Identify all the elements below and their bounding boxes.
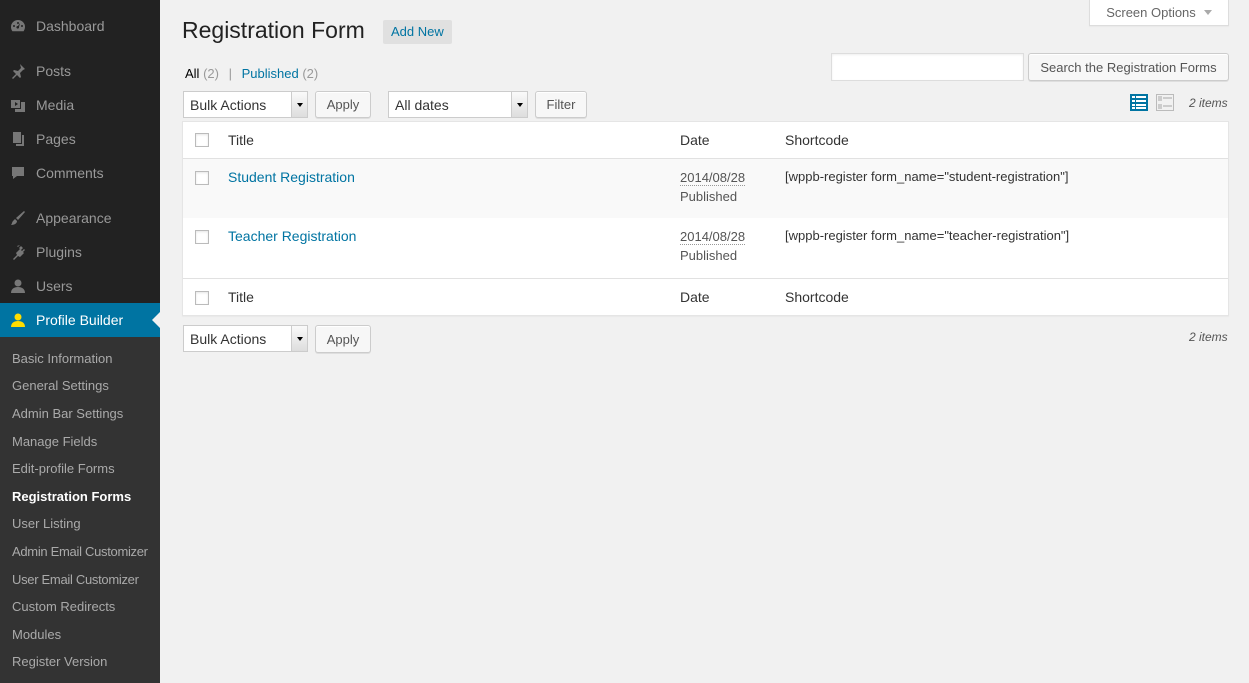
dashboard-icon [0, 18, 36, 34]
column-date-footer[interactable]: Date [680, 289, 710, 305]
sidebar-item-label: Users [36, 278, 73, 294]
screen-options-button[interactable]: Screen Options [1089, 0, 1229, 26]
sidebar-item-label: Media [36, 97, 75, 113]
column-date[interactable]: Date [680, 132, 710, 148]
submenu-general-settings[interactable]: General Settings [12, 378, 109, 393]
submenu-user-listing[interactable]: User Listing [12, 516, 81, 531]
chevron-down-icon [511, 92, 527, 117]
row-checkbox[interactable] [195, 230, 209, 244]
bulk-actions-select[interactable]: Bulk Actions [183, 91, 308, 118]
column-title-footer[interactable]: Title [228, 289, 254, 305]
filter-all[interactable]: All [185, 66, 199, 81]
excerpt-view-icon[interactable] [1156, 94, 1174, 111]
submenu-manage-fields[interactable]: Manage Fields [12, 434, 97, 449]
apply-button[interactable]: Apply [315, 91, 371, 118]
sidebar-item-label: Posts [36, 63, 72, 79]
page-title: Registration Form [182, 17, 365, 43]
filter-published[interactable]: Published [242, 66, 299, 81]
sidebar-item-comments[interactable]: Comments [0, 156, 160, 190]
chevron-down-icon [291, 326, 307, 351]
sidebar-item-appearance[interactable]: Appearance [0, 201, 160, 235]
items-count-bottom: 2 items [1189, 330, 1228, 344]
row-date: 2014/08/28 Published [680, 228, 746, 263]
select-all-checkbox[interactable] [195, 133, 209, 147]
admin-sidebar: Dashboard Posts Media Pages Comments App… [0, 0, 160, 683]
user-icon [0, 278, 36, 294]
submenu-registration-forms[interactable]: Registration Forms [12, 489, 131, 504]
column-title[interactable]: Title [228, 132, 254, 148]
forms-table: Title Date Shortcode Student Registratio… [182, 121, 1229, 316]
filter-all-count: (2) [203, 66, 219, 81]
list-view-icon[interactable] [1130, 94, 1148, 111]
row-shortcode: [wppb-register form_name="student-regist… [785, 169, 1069, 184]
caret-down-icon [1203, 10, 1212, 19]
row-status: Published [680, 189, 738, 204]
sidebar-item-pages[interactable]: Pages [0, 122, 160, 156]
row-checkbox[interactable] [195, 171, 209, 185]
table-footer-row: Title Date Shortcode [183, 278, 1228, 315]
brush-icon [0, 210, 36, 226]
table-row: Teacher Registration 2014/08/28 Publishe… [183, 218, 1228, 278]
submenu-custom-redirects[interactable]: Custom Redirects [12, 599, 115, 614]
submenu-user-email-customizer[interactable]: User Email Customizer [12, 572, 139, 587]
sidebar-item-profile-builder[interactable]: Profile Builder [0, 303, 160, 337]
sidebar-item-plugins[interactable]: Plugins [0, 235, 160, 269]
apply-button-bottom[interactable]: Apply [315, 325, 371, 353]
status-filters: All (2) | Published (2) [185, 66, 318, 81]
items-count-top: 2 items [1189, 96, 1228, 110]
column-shortcode-footer: Shortcode [785, 289, 849, 305]
filter-separator: | [228, 66, 232, 81]
submenu-modules[interactable]: Modules [12, 627, 61, 642]
row-date-value: 2014/08/28 [680, 170, 746, 186]
sidebar-item-posts[interactable]: Posts [0, 54, 160, 88]
sidebar-item-label: Dashboard [36, 18, 105, 34]
sidebar-item-label: Comments [36, 165, 104, 181]
profile-builder-submenu: Basic Information General Settings Admin… [0, 337, 160, 683]
sidebar-item-label: Appearance [36, 210, 112, 226]
submenu-admin-bar-settings[interactable]: Admin Bar Settings [12, 406, 123, 421]
bulk-actions-select-bottom[interactable]: Bulk Actions [183, 325, 308, 352]
pages-icon [0, 131, 36, 147]
sidebar-item-label: Plugins [36, 244, 82, 260]
filter-published-count: (2) [302, 66, 319, 81]
table-row: Student Registration 2014/08/28 Publishe… [183, 159, 1228, 218]
row-status: Published [680, 248, 738, 263]
row-title-link[interactable]: Teacher Registration [228, 228, 356, 244]
dates-select[interactable]: All dates [388, 91, 528, 118]
add-new-button[interactable]: Add New [383, 20, 452, 44]
row-date: 2014/08/28 Published [680, 169, 746, 204]
submenu-edit-profile-forms[interactable]: Edit-profile Forms [12, 461, 115, 476]
search-input[interactable] [831, 53, 1024, 81]
sidebar-item-users[interactable]: Users [0, 269, 160, 303]
filter-button[interactable]: Filter [535, 91, 587, 118]
submenu-admin-email-customizer[interactable]: Admin Email Customizer [12, 544, 148, 559]
media-icon [0, 97, 36, 113]
pin-icon [0, 63, 36, 79]
profile-icon [0, 312, 36, 328]
dates-value: All dates [395, 96, 449, 113]
chevron-down-icon [291, 92, 307, 117]
sidebar-item-label: Pages [36, 131, 76, 147]
select-all-checkbox-footer[interactable] [195, 291, 209, 305]
screen-options-label: Screen Options [1106, 5, 1196, 20]
row-shortcode: [wppb-register form_name="teacher-regist… [785, 228, 1070, 243]
sidebar-item-media[interactable]: Media [0, 88, 160, 122]
sidebar-item-dashboard[interactable]: Dashboard [0, 9, 160, 43]
plug-icon [0, 244, 36, 260]
row-title-link[interactable]: Student Registration [228, 169, 355, 185]
column-shortcode: Shortcode [785, 132, 849, 148]
sidebar-item-label: Profile Builder [36, 312, 124, 328]
submenu-basic-information[interactable]: Basic Information [12, 351, 112, 366]
bulk-actions-value: Bulk Actions [190, 330, 267, 347]
search-button[interactable]: Search the Registration Forms [1028, 53, 1229, 81]
comment-icon [0, 165, 36, 181]
table-header-row: Title Date Shortcode [183, 122, 1228, 159]
bulk-actions-value: Bulk Actions [190, 96, 267, 113]
row-date-value: 2014/08/28 [680, 229, 746, 245]
submenu-register-version[interactable]: Register Version [12, 654, 107, 669]
